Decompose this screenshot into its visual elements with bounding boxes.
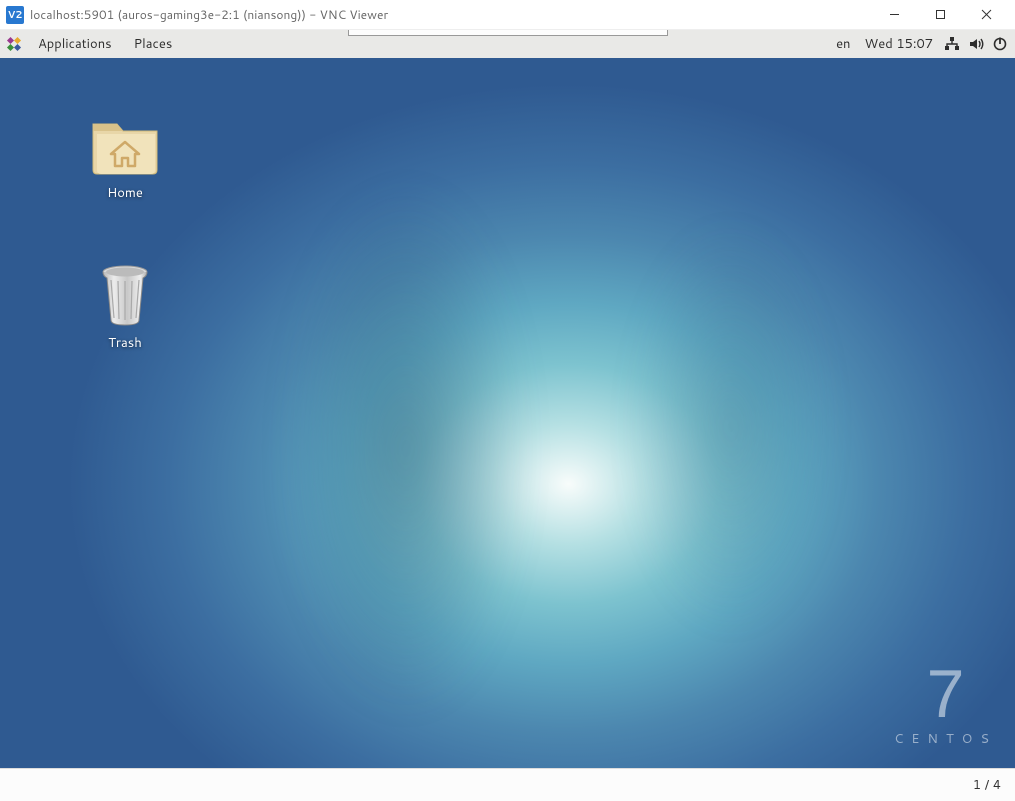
vnc-logo-icon: V2 xyxy=(6,6,24,24)
distro-name: CENTOS xyxy=(894,730,997,748)
vnc-window-title: localhost:5901 (auros-gaming3e-2:1 (nian… xyxy=(30,6,388,23)
power-icon[interactable] xyxy=(991,35,1009,53)
clock[interactable]: Wed 15:07 xyxy=(861,35,937,53)
maximize-button[interactable] xyxy=(917,0,963,30)
desktop-icon-label: Trash xyxy=(73,334,177,352)
volume-icon[interactable] xyxy=(967,35,985,53)
vnc-toolbar-handle[interactable] xyxy=(348,30,668,36)
distro-version: 7 xyxy=(894,660,997,728)
applications-menu[interactable]: Applications xyxy=(28,31,122,57)
network-icon[interactable] xyxy=(943,35,961,53)
vnc-page-indicator: 1 / 4 xyxy=(973,776,1001,794)
desktop-icon-trash[interactable]: Trash xyxy=(73,258,177,352)
minimize-button[interactable] xyxy=(871,0,917,30)
vnc-titlebar: V2 localhost:5901 (auros-gaming3e-2:1 (n… xyxy=(0,0,1015,30)
vnc-content: Applications Places en Wed 15:07 xyxy=(0,30,1015,768)
keyboard-layout-indicator[interactable]: en xyxy=(832,35,854,53)
distro-watermark: 7 CENTOS xyxy=(894,660,997,748)
vnc-footer: 1 / 4 xyxy=(0,768,1015,801)
trash-icon xyxy=(85,258,165,328)
distro-logo-icon xyxy=(6,36,22,52)
folder-home-icon xyxy=(85,108,165,178)
close-button[interactable] xyxy=(963,0,1009,30)
places-menu[interactable]: Places xyxy=(124,31,183,57)
desktop-icon-label: Home xyxy=(73,184,177,202)
desktop-icon-home[interactable]: Home xyxy=(73,108,177,202)
desktop-area[interactable]: Home xyxy=(0,58,1015,768)
